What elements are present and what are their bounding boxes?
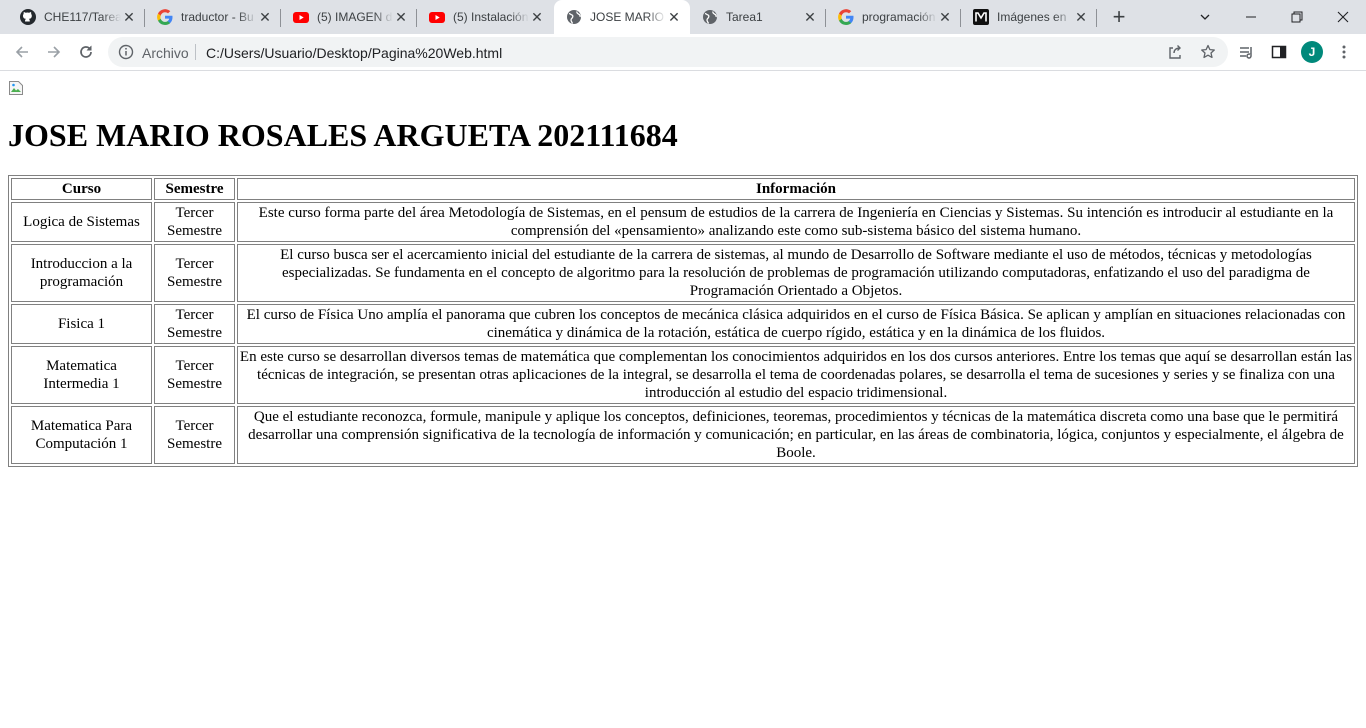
broken-image-icon [8, 80, 24, 96]
header-curso: Curso [11, 178, 152, 200]
tab-title: traductor - Bu [181, 10, 254, 24]
globe-icon [702, 9, 718, 25]
omnibox-separator [195, 44, 196, 60]
cell-curso: Matematica Para Computación 1 [11, 406, 152, 464]
restore-icon[interactable] [1274, 0, 1320, 34]
cell-semestre: Tercer Semestre [154, 304, 235, 344]
bookmark-star-icon[interactable] [1197, 41, 1219, 63]
cell-semestre: Tercer Semestre [154, 244, 235, 302]
courses-table: Curso Semestre Información Logica de Sis… [8, 175, 1358, 467]
google-icon [157, 9, 173, 25]
youtube-icon [293, 9, 309, 25]
tab-6[interactable]: Tarea1 ✕ [690, 0, 826, 34]
cell-informacion: El curso busca ser el acercamiento inici… [237, 244, 1355, 302]
tab-title: programación [862, 10, 936, 24]
table-row: Fisica 1 Tercer Semestre El curso de Fís… [11, 304, 1355, 344]
m-logo-icon [973, 9, 989, 25]
cell-semestre: Tercer Semestre [154, 346, 235, 404]
table-row: Matematica Para Computación 1 Tercer Sem… [11, 406, 1355, 464]
tab-separator [1096, 9, 1097, 27]
tab-title: (5) Instalación [453, 10, 529, 24]
side-panel-icon[interactable] [1267, 40, 1291, 64]
reload-icon[interactable] [72, 38, 100, 66]
table-row: Logica de Sistemas Tercer Semestre Este … [11, 202, 1355, 242]
cell-informacion: En este curso se desarrollan diversos te… [237, 346, 1355, 404]
google-icon [838, 9, 854, 25]
close-icon[interactable]: ✕ [529, 9, 545, 25]
tab-title: CHE117/Tarea [44, 10, 121, 24]
file-scheme-label: Archivo [142, 45, 189, 61]
tab-4[interactable]: (5) Instalación ✕ [417, 0, 553, 34]
cell-curso: Matematica Intermedia 1 [11, 346, 152, 404]
new-tab-plus-icon[interactable]: + [1107, 4, 1131, 29]
table-row: Matematica Intermedia 1 Tercer Semestre … [11, 346, 1355, 404]
cell-semestre: Tercer Semestre [154, 406, 235, 464]
forward-arrow-icon[interactable] [40, 38, 68, 66]
cell-informacion: Que el estudiante reconozca, formule, ma… [237, 406, 1355, 464]
address-bar[interactable]: Archivo C:/Users/Usuario/Desktop/Pagina%… [108, 37, 1228, 67]
tab-strip: CHE117/Tarea ✕ traductor - Bu ✕ (5) IMAG… [0, 0, 1366, 34]
url-text[interactable]: C:/Users/Usuario/Desktop/Pagina%20Web.ht… [206, 45, 502, 61]
cell-informacion: El curso de Física Uno amplía el panoram… [237, 304, 1355, 344]
close-icon[interactable]: ✕ [393, 9, 409, 25]
header-semestre: Semestre [154, 178, 235, 200]
tab-title: Tarea1 [726, 10, 763, 24]
page-title: JOSE MARIO ROSALES ARGUETA 202111684 [8, 117, 678, 153]
share-icon[interactable] [1164, 41, 1186, 63]
avatar: J [1301, 41, 1323, 63]
cell-curso: Introduccion a la programación [11, 244, 152, 302]
close-icon[interactable]: ✕ [257, 9, 273, 25]
back-arrow-icon[interactable] [8, 38, 36, 66]
tab-1[interactable]: CHE117/Tarea ✕ [8, 0, 145, 34]
info-icon[interactable] [118, 44, 134, 60]
close-icon[interactable]: ✕ [802, 9, 818, 25]
cell-curso: Fisica 1 [11, 304, 152, 344]
table-row: Introduccion a la programación Tercer Se… [11, 244, 1355, 302]
tab-5-active[interactable]: JOSE MARIO ✕ [554, 0, 690, 34]
browser-toolbar: Archivo C:/Users/Usuario/Desktop/Pagina%… [0, 34, 1366, 71]
cell-informacion: Este curso forma parte del área Metodolo… [237, 202, 1355, 242]
tab-title: JOSE MARIO [590, 10, 665, 24]
reading-list-icon[interactable] [1235, 40, 1259, 64]
close-icon[interactable]: ✕ [1073, 9, 1089, 25]
window-close-icon[interactable] [1320, 0, 1366, 34]
youtube-icon [429, 9, 445, 25]
tab-search-chevron-icon[interactable] [1182, 0, 1228, 34]
minimize-icon[interactable] [1228, 0, 1274, 34]
tab-3[interactable]: (5) IMAGEN de ✕ [281, 0, 417, 34]
tab-title: (5) IMAGEN de [317, 10, 393, 24]
page-viewport: JOSE MARIO ROSALES ARGUETA 202111684 Cur… [0, 72, 1366, 728]
profile-avatar[interactable]: J [1300, 40, 1324, 64]
header-informacion: Información [237, 178, 1355, 200]
cell-semestre: Tercer Semestre [154, 202, 235, 242]
tab-8[interactable]: Imágenes en ✕ [961, 0, 1097, 34]
close-icon[interactable]: ✕ [666, 9, 682, 25]
github-icon [20, 9, 36, 25]
tab-7[interactable]: programación ✕ [826, 0, 961, 34]
tab-title: Imágenes en [997, 10, 1067, 24]
tab-2[interactable]: traductor - Bu ✕ [145, 0, 281, 34]
close-icon[interactable]: ✕ [937, 9, 953, 25]
table-header-row: Curso Semestre Información [11, 178, 1355, 200]
globe-icon [566, 9, 582, 25]
menu-kebab-icon[interactable] [1332, 40, 1356, 64]
close-icon[interactable]: ✕ [121, 9, 137, 25]
cell-curso: Logica de Sistemas [11, 202, 152, 242]
